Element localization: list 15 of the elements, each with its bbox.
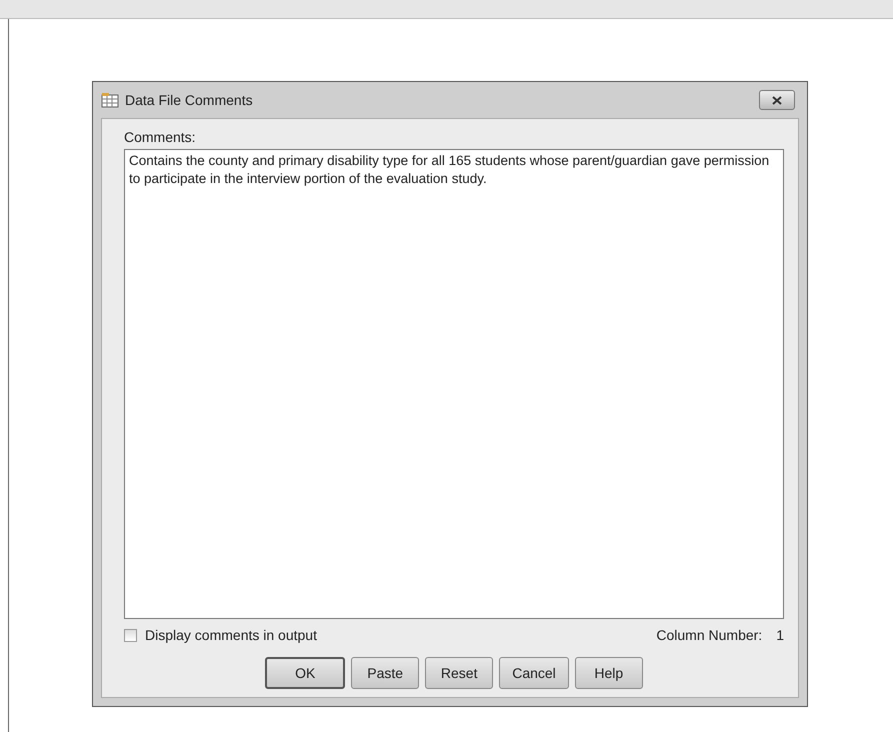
comments-label: Comments: (124, 129, 196, 145)
dialog-button[interactable]: OK (265, 657, 346, 689)
close-button[interactable] (759, 90, 795, 110)
dialog-button[interactable]: Help (574, 657, 643, 689)
display-checkbox[interactable] (124, 628, 137, 642)
table-icon (101, 92, 119, 108)
column-number-value: 1 (776, 627, 784, 643)
display-label: Display comments in output (145, 627, 317, 643)
dialog-button[interactable]: Reset (425, 657, 494, 689)
comments-field[interactable]: Contains the county and primary disability type for all 165 students whose parent/guardian gave permission to participate in the interview portion of the evaluation study. (124, 149, 784, 619)
column-number-label: Column Number: (656, 627, 762, 643)
close-icon (772, 96, 782, 104)
window-title: Data File Comments (125, 92, 254, 108)
dialog-button[interactable]: Cancel (499, 657, 569, 689)
dialog-button[interactable]: Paste (351, 657, 420, 689)
